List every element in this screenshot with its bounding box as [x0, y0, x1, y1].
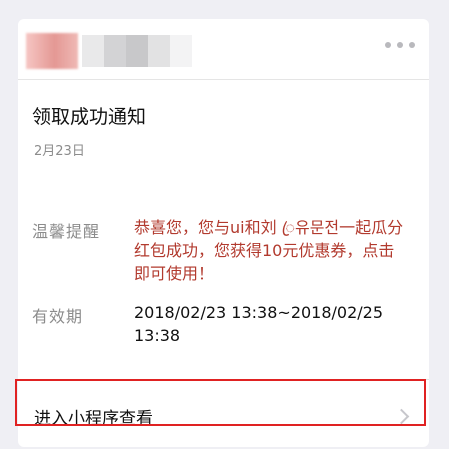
- sender-name-blurred: [82, 35, 192, 67]
- sender-avatar[interactable]: [26, 33, 78, 69]
- tip-value: 恭喜您，您与ui和刘 ꦿ유문전一起瓜分红包成功，您获得10元优惠券，点击即可使用…: [134, 218, 404, 283]
- notification-title: 领取成功通知: [32, 106, 147, 128]
- validity-label: 有效期: [32, 307, 84, 326]
- highlight-annotation: [15, 379, 426, 426]
- tip-label: 温馨提醒: [32, 222, 101, 241]
- card-header: [18, 19, 429, 79]
- header-divider: [18, 79, 429, 80]
- notification-date: 2月23日: [34, 144, 85, 159]
- more-dots-icon[interactable]: [385, 39, 415, 51]
- validity-value: 2018/02/23 13:38~2018/02/25 13:38: [134, 303, 384, 345]
